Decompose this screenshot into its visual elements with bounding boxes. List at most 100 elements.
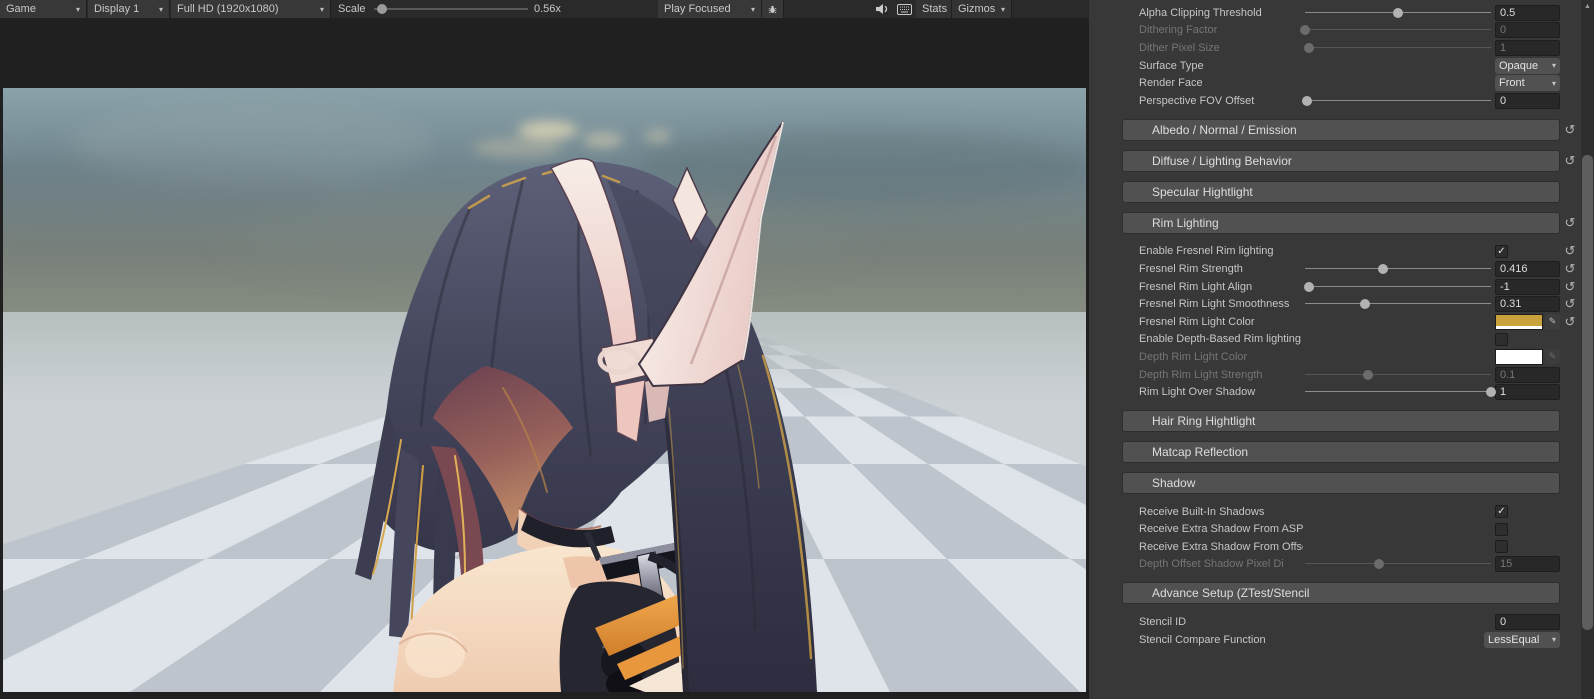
fresnel-rim-light-color-swatch[interactable] <box>1495 314 1543 330</box>
fresnel-rim-light-smoothness-value-field[interactable]: 0.31 <box>1495 296 1560 312</box>
slider-knob[interactable] <box>1393 8 1403 18</box>
row-depth-offset-shadow-pixel-di: Depth Offset Shadow Pixel Di15 <box>1089 556 1580 574</box>
keyboard-input-button[interactable] <box>894 0 914 18</box>
fresnel-rim-strength-value-field[interactable]: 0.416 <box>1495 261 1560 277</box>
render-face-dropdown[interactable]: Front▾ <box>1495 75 1560 91</box>
depth-rim-light-strength-value-field: 0.1 <box>1495 367 1560 383</box>
section-header-diffuse-lighting-behavior[interactable]: Diffuse / Lighting Behavior <box>1122 150 1560 172</box>
property-label: Fresnel Rim Strength <box>1139 263 1303 275</box>
play-focused-dropdown[interactable]: Play Focused ▾ <box>658 0 762 18</box>
scrollbar-thumb[interactable] <box>1582 155 1593 630</box>
inspector-scrollbar[interactable]: ▲ <box>1581 0 1594 699</box>
game-render-3d-scene <box>3 88 1086 692</box>
enable-fresnel-rim-lighting-checkbox[interactable]: ✓ <box>1495 245 1508 258</box>
property-label: Dithering Factor <box>1139 24 1303 36</box>
slider-knob[interactable] <box>1304 282 1314 292</box>
gizmos-dropdown[interactable]: Gizmos ▾ <box>952 0 1012 18</box>
section-header-hair-ring-hightlight[interactable]: Hair Ring Hightlight <box>1122 410 1560 432</box>
section-header-rim-lighting[interactable]: Rim Lighting <box>1122 212 1560 234</box>
revert-icon[interactable]: ↺ <box>1560 296 1580 312</box>
resolution-dropdown[interactable]: Full HD (1920x1080) ▾ <box>171 0 331 18</box>
slider-knob <box>1374 559 1384 569</box>
row-depth-rim-light-strength: Depth Rim Light Strength0.1 <box>1089 366 1580 384</box>
revert-icon[interactable]: ↺ <box>1560 122 1580 138</box>
fresnel-rim-strength-slider[interactable] <box>1305 260 1491 278</box>
depth-offset-shadow-pixel-di-value-field: 15 <box>1495 556 1560 572</box>
rim-light-over-shadow-value-field[interactable]: 1 <box>1495 384 1560 400</box>
scale-slider-track <box>374 8 528 10</box>
receive-extra-shadow-from-asp-shadowmap-checkbox[interactable] <box>1495 523 1508 536</box>
property-label: Fresnel Rim Light Smoothness <box>1139 298 1303 310</box>
section-header-advance-setup-ztest-stencil[interactable]: Advance Setup (ZTest/Stencil <box>1122 582 1560 604</box>
display-dropdown[interactable]: Display 1 ▾ <box>88 0 170 18</box>
value-column <box>1495 333 1560 346</box>
section-header-shadow[interactable]: Shadow <box>1122 472 1560 494</box>
receive-extra-shadow-from-offsetted-depth-map-checkbox[interactable] <box>1495 540 1508 553</box>
revert-icon[interactable]: ↺ <box>1560 153 1580 169</box>
gizmos-label: Gizmos <box>958 3 995 15</box>
section-shadow: Shadow <box>1089 472 1580 494</box>
section-matcap-reflection: Matcap Reflection <box>1089 441 1580 463</box>
game-tab-label: Game <box>6 3 36 15</box>
revert-icon[interactable]: ↺ <box>1560 261 1580 277</box>
value-column: ✓ <box>1495 245 1560 258</box>
rim-light-over-shadow-slider[interactable] <box>1305 383 1491 401</box>
alpha-clipping-threshold-value-field[interactable]: 0.5 <box>1495 5 1560 21</box>
scale-slider-knob[interactable] <box>377 4 387 14</box>
eyedropper-icon[interactable]: ✎ <box>1545 314 1560 329</box>
slider-knob <box>1300 25 1310 35</box>
slider-knob[interactable] <box>1302 96 1312 106</box>
value-column: 0.1 <box>1495 367 1560 383</box>
scale-slider[interactable] <box>374 0 528 18</box>
slider-track <box>1305 286 1491 287</box>
game-viewport[interactable] <box>0 18 1089 699</box>
slider-track <box>1305 563 1491 564</box>
slider-track <box>1305 268 1491 269</box>
chevron-down-icon: ▾ <box>1552 61 1556 70</box>
section-header-matcap-reflection[interactable]: Matcap Reflection <box>1122 441 1560 463</box>
fresnel-rim-light-smoothness-slider[interactable] <box>1305 295 1491 313</box>
stats-button[interactable]: Stats <box>916 0 952 18</box>
perspective-fov-offset-slider[interactable] <box>1305 92 1491 110</box>
revert-icon[interactable]: ↺ <box>1560 243 1580 259</box>
slider-knob[interactable] <box>1378 264 1388 274</box>
fresnel-rim-light-align-slider[interactable] <box>1305 278 1491 296</box>
spacer <box>1305 331 1491 349</box>
stencil-id-value-field[interactable]: 0 <box>1495 614 1560 630</box>
debug-bug-button[interactable] <box>762 0 784 18</box>
revert-icon[interactable]: ↺ <box>1560 314 1580 330</box>
revert-icon[interactable]: ↺ <box>1560 279 1580 295</box>
dither-pixel-size-slider <box>1305 39 1491 57</box>
enable-depth-based-rim-lighting-checkbox[interactable] <box>1495 333 1508 346</box>
receive-built-in-shadows-checkbox[interactable]: ✓ <box>1495 505 1508 518</box>
section-header-specular-hightlight[interactable]: Specular Hightlight <box>1122 181 1560 203</box>
spacer <box>1305 613 1491 631</box>
value-column: 0 <box>1495 93 1560 109</box>
revert-icon[interactable]: ↺ <box>1560 215 1580 231</box>
game-tab-dropdown[interactable]: Game ▾ <box>0 0 87 18</box>
property-label: Receive Extra Shadow From ASP ShadowMap <box>1139 523 1303 535</box>
property-label: Enable Depth-Based Rim lighting <box>1139 333 1303 345</box>
value-column: Opaque▾ <box>1495 58 1560 74</box>
slider-knob <box>1304 43 1314 53</box>
perspective-fov-offset-value-field[interactable]: 0 <box>1495 93 1560 109</box>
value-column: 0 <box>1495 22 1560 38</box>
row-alpha-clipping-threshold: Alpha Clipping Threshold 0.5 <box>1089 4 1580 22</box>
property-label: Alpha Clipping Threshold <box>1139 7 1303 19</box>
row-receive-built-in-shadows: Receive Built-In Shadows✓ <box>1089 503 1580 521</box>
mute-audio-button[interactable] <box>872 0 892 18</box>
spacer <box>1305 74 1491 92</box>
chevron-down-icon: ▾ <box>751 5 755 14</box>
scroll-up-icon[interactable]: ▲ <box>1581 0 1594 14</box>
section-header-albedo-normal-emission[interactable]: Albedo / Normal / Emission <box>1122 119 1560 141</box>
property-label: Surface Type <box>1139 60 1303 72</box>
speaker-icon <box>875 3 889 15</box>
property-label: Depth Rim Light Color <box>1139 351 1303 363</box>
slider-knob[interactable] <box>1486 387 1496 397</box>
surface-type-dropdown[interactable]: Opaque▾ <box>1495 58 1560 74</box>
stencil-compare-function-dropdown[interactable]: LessEqual▾ <box>1484 632 1560 648</box>
slider-knob[interactable] <box>1360 299 1370 309</box>
dithering-factor-value-field: 0 <box>1495 22 1560 38</box>
fresnel-rim-light-align-value-field[interactable]: -1 <box>1495 279 1560 295</box>
alpha-clipping-threshold-slider[interactable] <box>1305 4 1491 22</box>
